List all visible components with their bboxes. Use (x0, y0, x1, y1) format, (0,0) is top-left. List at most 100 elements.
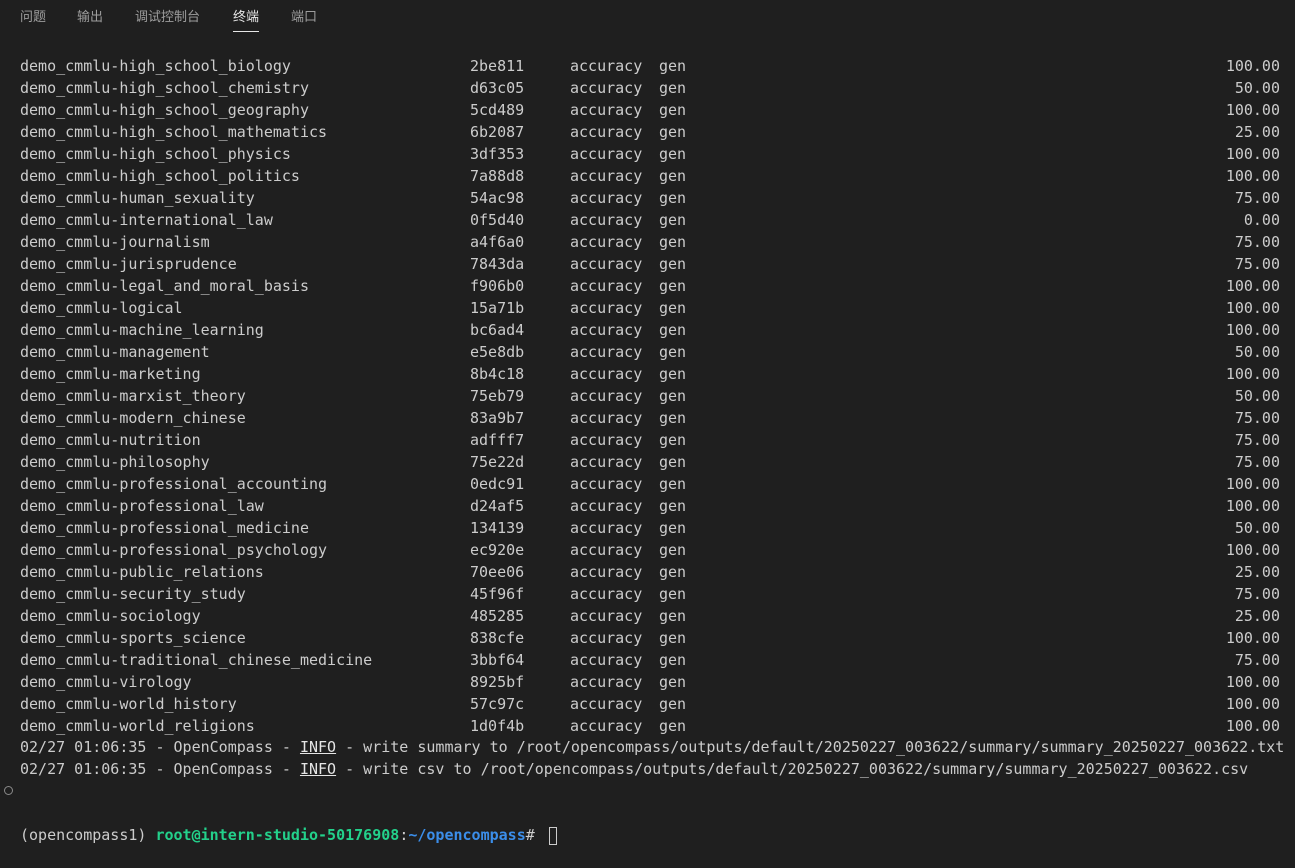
dataset-name: demo_cmmlu-high_school_biology (20, 57, 291, 75)
table-row: demo_cmmlu-nutrition adfff7 accuracy gen 75.… (0, 429, 1295, 451)
eval-mode: gen (659, 233, 687, 251)
dataset-name: demo_cmmlu-machine_learning (20, 321, 264, 339)
metric-name: accuracy (570, 387, 643, 405)
dataset-hash: 7a88d8 (470, 167, 525, 185)
score-value: 75.00 (1234, 651, 1280, 669)
score-value: 50.00 (1234, 343, 1280, 361)
eval-mode: gen (659, 145, 687, 163)
score-value: 100.00 (1225, 695, 1280, 713)
dataset-hash: 1d0f4b (470, 717, 525, 735)
dataset-hash: 0f5d40 (470, 211, 525, 229)
score-value: 75.00 (1234, 255, 1280, 273)
table-row: demo_cmmlu-traditional_chinese_medicine 3… (0, 649, 1295, 671)
table-row: demo_cmmlu-legal_and_moral_basis f906b0 ac… (0, 275, 1295, 297)
dataset-hash: 0edc91 (470, 475, 525, 493)
metric-name: accuracy (570, 123, 643, 141)
dataset-hash: 7843da (470, 255, 525, 273)
metric-name: accuracy (570, 189, 643, 207)
eval-mode: gen (659, 101, 687, 119)
score-value: 100.00 (1225, 365, 1280, 383)
eval-mode: gen (659, 607, 687, 625)
dataset-name: demo_cmmlu-high_school_politics (20, 167, 300, 185)
shell-prompt[interactable]: (opencompass1) root@intern-studio-501769… (0, 780, 1295, 845)
table-row: demo_cmmlu-high_school_mathematics 6b2087… (0, 121, 1295, 143)
dataset-name: demo_cmmlu-world_religions (20, 717, 255, 735)
dataset-name: demo_cmmlu-security_study (20, 585, 246, 603)
tab-output[interactable]: 输出 (77, 9, 103, 27)
score-value: 100.00 (1225, 629, 1280, 647)
score-value: 75.00 (1234, 431, 1280, 449)
eval-mode: gen (659, 79, 687, 97)
dataset-hash: 45f96f (470, 585, 525, 603)
score-value: 75.00 (1234, 233, 1280, 251)
metric-name: accuracy (570, 497, 643, 515)
eval-mode: gen (659, 409, 687, 427)
dataset-name: demo_cmmlu-professional_accounting (20, 475, 328, 493)
dataset-name: demo_cmmlu-high_school_geography (20, 101, 309, 119)
dataset-name: demo_cmmlu-high_school_physics (20, 145, 291, 163)
table-row: demo_cmmlu-world_religions 1d0f4b accuracy… (0, 715, 1295, 737)
metric-name: accuracy (570, 365, 643, 383)
dataset-name: demo_cmmlu-philosophy (20, 453, 210, 471)
dataset-hash: e5e8db (470, 343, 525, 361)
dataset-name: demo_cmmlu-high_school_mathematics (20, 123, 328, 141)
eval-mode: gen (659, 167, 687, 185)
metric-name: accuracy (570, 343, 643, 361)
dataset-hash: 3df353 (470, 145, 525, 163)
metric-name: accuracy (570, 453, 643, 471)
dataset-hash: 5cd489 (470, 101, 525, 119)
eval-mode: gen (659, 629, 687, 647)
table-row: demo_cmmlu-high_school_politics 7a88d8 acc… (0, 165, 1295, 187)
panel-tab-bar: 问题 输出 调试控制台 终端 端口 (0, 0, 1295, 40)
log-line-summary: 02/27 01:06:35 - OpenCompass - INFO - wr… (20, 738, 1285, 756)
metric-name: accuracy (570, 563, 643, 581)
metric-name: accuracy (570, 57, 643, 75)
eval-mode: gen (659, 717, 687, 735)
dataset-hash: d24af5 (470, 497, 525, 515)
tab-problems[interactable]: 问题 (20, 9, 46, 27)
terminal-cursor (548, 826, 557, 845)
eval-mode: gen (659, 387, 687, 405)
dataset-hash: ec920e (470, 541, 525, 559)
table-row: demo_cmmlu-professional_accounting 0edc91… (0, 473, 1295, 495)
table-row: demo_cmmlu-public_relations 70ee06 accurac… (0, 561, 1295, 583)
eval-mode: gen (659, 541, 687, 559)
dataset-name: demo_cmmlu-journalism (20, 233, 210, 251)
dataset-hash: 8b4c18 (470, 365, 525, 383)
metric-name: accuracy (570, 475, 643, 493)
tab-terminal[interactable]: 终端 (233, 9, 260, 32)
tab-ports[interactable]: 端口 (291, 9, 317, 27)
score-value: 100.00 (1225, 497, 1280, 515)
dataset-hash: 83a9b7 (470, 409, 525, 427)
dataset-hash: 15a71b (470, 299, 525, 317)
dataset-name: demo_cmmlu-sports_science (20, 629, 246, 647)
score-value: 50.00 (1234, 79, 1280, 97)
score-value: 50.00 (1234, 387, 1280, 405)
active-tab-indicator (233, 31, 260, 32)
table-row: demo_cmmlu-professional_law d24af5 accurac… (0, 495, 1295, 517)
dataset-name: demo_cmmlu-nutrition (20, 431, 201, 449)
dataset-hash: 3bbf64 (470, 651, 525, 669)
command-status-circle-icon[interactable] (4, 786, 13, 795)
terminal-output[interactable]: demo_cmmlu-high_school_biology 2be811 accu… (0, 55, 1295, 845)
table-row: demo_cmmlu-high_school_biology 2be811 accu… (0, 55, 1295, 77)
metric-name: accuracy (570, 607, 643, 625)
table-row: demo_cmmlu-sports_science 838cfe accuracy g… (0, 627, 1295, 649)
tab-debug-console[interactable]: 调试控制台 (135, 9, 200, 27)
metric-name: accuracy (570, 233, 643, 251)
dataset-name: demo_cmmlu-management (20, 343, 210, 361)
dataset-name: demo_cmmlu-public_relations (20, 563, 264, 581)
score-value: 100.00 (1225, 145, 1280, 163)
eval-mode: gen (659, 57, 687, 75)
table-row: demo_cmmlu-professional_medicine 134139 ac… (0, 517, 1295, 539)
table-row: demo_cmmlu-management e5e8db accuracy gen 50… (0, 341, 1295, 363)
metric-name: accuracy (570, 101, 643, 119)
score-value: 75.00 (1234, 453, 1280, 471)
dataset-name: demo_cmmlu-modern_chinese (20, 409, 246, 427)
log-line-csv: 02/27 01:06:35 - OpenCompass - INFO - wr… (20, 760, 1249, 778)
metric-name: accuracy (570, 431, 643, 449)
dataset-name: demo_cmmlu-world_history (20, 695, 237, 713)
table-row: demo_cmmlu-marxist_theory 75eb79 accuracy g… (0, 385, 1295, 407)
metric-name: accuracy (570, 211, 643, 229)
table-row: demo_cmmlu-marketing 8b4c18 accuracy gen 100… (0, 363, 1295, 385)
